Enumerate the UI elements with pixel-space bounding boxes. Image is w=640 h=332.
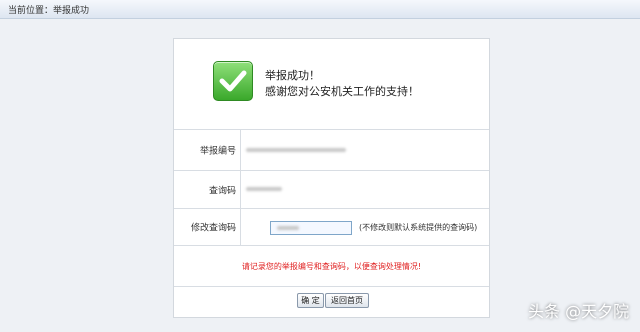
modify-code-hint: (不修改则默认系统提供的查询码) — [359, 223, 478, 232]
query-code-row: 查询码 — [174, 171, 489, 209]
watermark: 头条 @天夕院 — [528, 302, 630, 321]
modify-code-input[interactable] — [270, 221, 352, 235]
query-code-label: 查询码 — [208, 186, 236, 196]
success-thanks: 感谢您对公安机关工作的支持！ — [265, 85, 419, 98]
top-bar: 当前位置：举报成功 — [0, 0, 640, 19]
query-code-value-redacted — [246, 187, 282, 191]
modify-code-label: 修改查询码 — [190, 223, 236, 234]
confirm-button[interactable]: 确 定 — [297, 293, 324, 308]
button-row: 确 定 返回首页 — [174, 293, 489, 309]
modify-code-input-value-redacted — [277, 226, 299, 230]
notice-row: 请记录您的举报编号和查询码，以便查询处理情况! — [174, 246, 489, 287]
checkmark-icon — [213, 61, 253, 101]
modify-code-row: 修改查询码 (不修改则默认系统提供的查询码) — [174, 209, 489, 246]
report-number-value-redacted — [246, 148, 346, 152]
report-number-row: 举报编号 — [174, 130, 489, 171]
back-home-button[interactable]: 返回首页 — [325, 293, 369, 308]
success-section: 举报成功！ 感谢您对公安机关工作的支持！ — [174, 39, 489, 130]
report-number-label: 举报编号 — [199, 146, 236, 157]
breadcrumb: 当前位置：举报成功 — [8, 6, 90, 16]
result-panel: 举报成功！ 感谢您对公安机关工作的支持！ 举报编号 查询码 修改查询码 (不修改… — [173, 38, 490, 318]
success-title: 举报成功！ — [265, 69, 320, 82]
notice-text: 请记录您的举报编号和查询码，以便查询处理情况! — [241, 262, 422, 271]
